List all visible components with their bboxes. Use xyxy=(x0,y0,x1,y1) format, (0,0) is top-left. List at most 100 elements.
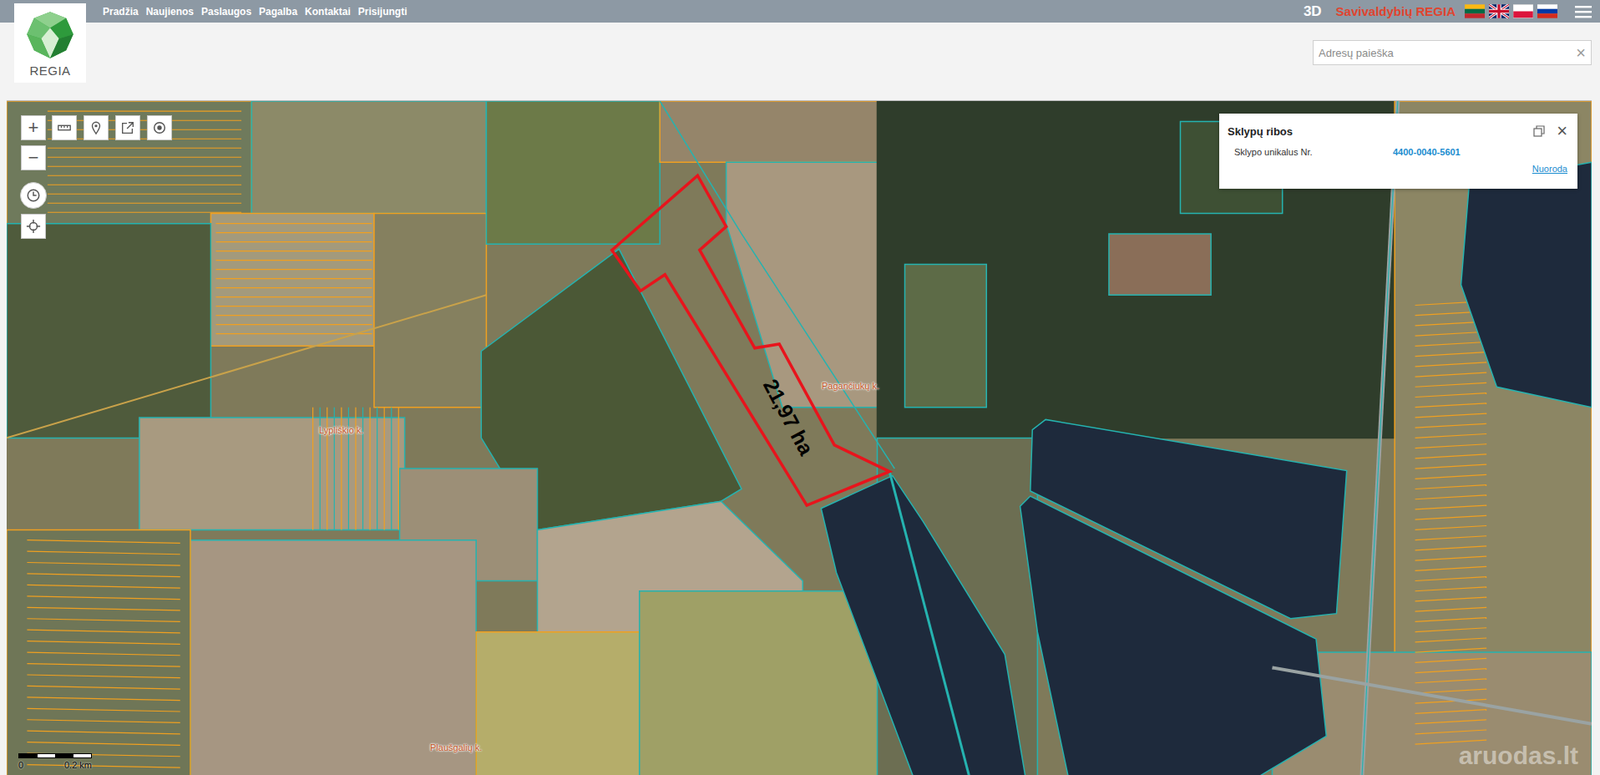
parcel-boundary xyxy=(1415,536,1488,541)
parcel-boundary xyxy=(1415,658,1488,663)
selected-parcel[interactable] xyxy=(612,175,890,506)
parcel-boundary xyxy=(26,607,180,611)
parcel-boundary xyxy=(47,175,242,177)
canal xyxy=(889,471,969,775)
nav-item[interactable]: Naujienos xyxy=(146,5,194,18)
parcel-boundary xyxy=(216,287,373,289)
menu-icon[interactable] xyxy=(1574,5,1592,19)
scale-labels: 00.2 km xyxy=(18,759,92,770)
village-label: Pagančiukų k. xyxy=(821,380,880,391)
parcel-number-link[interactable]: 4400-0040-5601 xyxy=(1392,146,1461,157)
map[interactable]: 21,97 haLypliškio k.Pagančiukų k.Plaušga… xyxy=(6,100,1592,775)
land-parcel[interactable] xyxy=(210,212,375,346)
reference-link[interactable]: Nuoroda xyxy=(1532,163,1568,174)
parcel-boundary xyxy=(216,222,373,224)
parcel-boundary xyxy=(47,202,242,204)
parcel-boundary xyxy=(26,697,180,701)
land-parcel[interactable] xyxy=(6,101,252,224)
zoom-out-button[interactable]: − xyxy=(20,145,46,171)
parcel-boundary xyxy=(26,584,180,588)
road xyxy=(1362,101,1398,775)
target-button[interactable] xyxy=(146,115,173,141)
parcel-boundary xyxy=(1415,423,1488,428)
popup-footer: Nuoroda xyxy=(1227,163,1568,174)
lake xyxy=(1020,496,1327,775)
parcel-boundary xyxy=(1415,352,1488,357)
nav-item[interactable]: Prisijungti xyxy=(358,5,408,18)
land-parcel[interactable] xyxy=(251,101,487,213)
nav-item[interactable]: Paslaugos xyxy=(201,5,252,18)
parcel-boundary xyxy=(216,268,373,270)
parcel-boundary xyxy=(1415,393,1488,398)
lt-flag-icon[interactable] xyxy=(1464,4,1485,19)
land-parcel[interactable] xyxy=(6,529,191,775)
nav-item[interactable]: Kontaktai xyxy=(304,5,351,18)
parcel-boundary xyxy=(1415,709,1488,714)
locate-button[interactable] xyxy=(20,213,46,239)
land-parcel[interactable] xyxy=(6,223,211,439)
parcel-boundary xyxy=(1415,668,1488,674)
brand-link[interactable]: Savivaldybių REGIA xyxy=(1336,4,1456,19)
zoom-in-button[interactable]: + xyxy=(20,115,46,141)
parcel-boundary xyxy=(1415,474,1488,479)
parcel-boundary xyxy=(1415,413,1488,418)
parcel-boundary xyxy=(26,652,180,656)
parcel-boundary xyxy=(216,333,373,335)
popup-close-button[interactable]: × xyxy=(1556,121,1568,141)
parcel-boundary xyxy=(369,407,370,531)
nav-item[interactable]: Pagalba xyxy=(258,5,298,18)
scale-start: 0 xyxy=(18,759,24,770)
parcel-boundary xyxy=(390,407,392,531)
uk-flag-icon[interactable] xyxy=(1488,4,1509,19)
parcel-boundary xyxy=(26,573,180,578)
search-clear-button[interactable]: × xyxy=(1570,44,1591,61)
parcel-boundary xyxy=(216,278,373,279)
land-parcel[interactable] xyxy=(475,632,640,775)
parcel-boundary xyxy=(216,241,373,243)
parcel-boundary xyxy=(1415,382,1488,387)
land-parcel[interactable] xyxy=(726,162,885,407)
village-label: Plaušgalių k. xyxy=(430,742,482,753)
pl-flag-icon[interactable] xyxy=(1513,4,1534,19)
village-label: Lypliškio k. xyxy=(318,425,364,436)
scale-bar-graphic xyxy=(18,753,92,759)
regia-logo[interactable]: REGIA xyxy=(14,3,87,83)
parcel-boundary xyxy=(216,296,373,298)
parcel-boundary xyxy=(1415,331,1488,336)
parcel-boundary xyxy=(26,540,180,544)
parcel-boundary xyxy=(398,407,400,531)
ru-flag-icon[interactable] xyxy=(1537,4,1558,19)
field-label: Sklypo unikalus Nr. xyxy=(1234,146,1393,157)
land-parcel[interactable] xyxy=(190,540,476,775)
parcel-boundary xyxy=(1415,688,1488,694)
history-button[interactable] xyxy=(20,182,47,209)
marker-button[interactable] xyxy=(83,115,109,141)
parcel-boundary xyxy=(1415,617,1488,623)
3d-button[interactable]: 3D xyxy=(1303,3,1322,21)
parcel-boundary xyxy=(1415,454,1488,459)
top-bar: Pradžia Naujienos Paslaugos Pagalba Kontakta… xyxy=(0,0,1600,23)
land-parcel[interactable] xyxy=(904,264,987,408)
restore-window-icon[interactable] xyxy=(1533,125,1545,137)
land-parcel[interactable] xyxy=(1108,233,1211,295)
gem-icon xyxy=(23,8,77,62)
measure-button[interactable] xyxy=(51,115,77,141)
nav-item[interactable]: Pradžia xyxy=(102,5,139,18)
logo-text: REGIA xyxy=(29,63,71,78)
search-input[interactable] xyxy=(1313,43,1571,63)
parcel-boundary xyxy=(1415,719,1488,725)
share-button[interactable] xyxy=(115,115,141,141)
land-parcel[interactable] xyxy=(139,417,406,530)
land-parcel[interactable] xyxy=(374,212,487,407)
land-parcel[interactable] xyxy=(486,101,660,244)
watermark: aruodas.lt xyxy=(1458,741,1579,770)
parcel-boundary xyxy=(1415,495,1488,500)
land-parcel[interactable] xyxy=(659,101,885,163)
popup-header: Sklypų ribos× xyxy=(1227,121,1568,141)
parcel-boundary xyxy=(1415,505,1488,510)
parcel-boundary xyxy=(47,147,242,149)
parcel-boundary xyxy=(1415,566,1488,571)
parcel-boundary xyxy=(1415,637,1488,643)
land-parcel[interactable] xyxy=(639,591,885,775)
target-icon xyxy=(151,120,168,136)
